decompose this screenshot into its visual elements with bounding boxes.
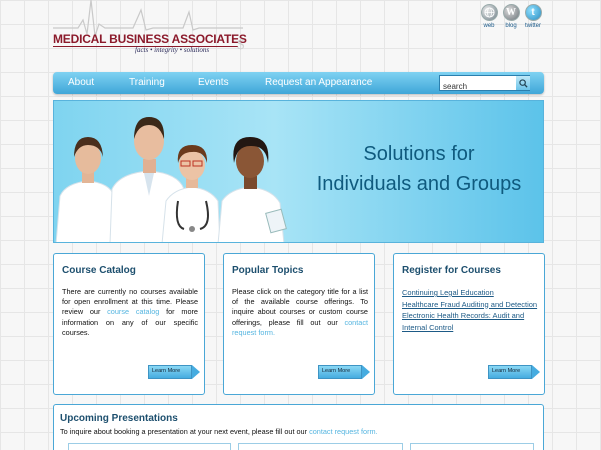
dollar-sign-icon: $ — [237, 37, 245, 53]
card-text: Please click on the category title for a… — [232, 287, 368, 338]
course-link[interactable]: Healthcare Fraud Auditing and Detection — [402, 299, 544, 311]
main-nav: About Training Events Request an Appeara… — [53, 72, 544, 94]
search-box — [439, 75, 530, 94]
social-blog-label: blog — [505, 23, 517, 29]
social-twitter[interactable]: t twitter — [518, 4, 548, 29]
card-title: Course Catalog — [62, 265, 136, 276]
site-logo[interactable]: MEDICAL BUSINESS ASSOCIATES facts • inte… — [53, 0, 253, 60]
search-button[interactable] — [516, 76, 530, 90]
banner-heading-line2: Individuals and Groups — [316, 173, 522, 195]
learn-more-button[interactable]: Learn More — [148, 365, 200, 379]
globe-icon — [480, 4, 498, 21]
learn-more-label: Learn More — [152, 368, 181, 374]
search-input[interactable] — [440, 79, 516, 94]
upcoming-presentations: Upcoming Presentations To inquire about … — [53, 404, 544, 450]
nav-item-about[interactable]: About — [68, 77, 94, 88]
social-twitter-label: twitter — [524, 23, 541, 29]
contact-request-link[interactable]: contact request form. — [309, 427, 378, 436]
banner-heading-line1: Solutions for — [363, 143, 475, 165]
section-text-part: To inquire about booking a presentation … — [60, 427, 310, 436]
card-title: Popular Topics — [232, 265, 304, 276]
course-link-list: Continuing Legal Education Healthcare Fr… — [402, 287, 544, 333]
course-catalog-link[interactable]: course catalog — [107, 307, 159, 316]
nav-item-request-appearance[interactable]: Request an Appearance — [265, 77, 372, 88]
learn-more-button[interactable]: Learn More — [488, 365, 540, 379]
arrow-right-icon — [532, 365, 540, 379]
card-popular-topics: Popular Topics Please click on the categ… — [223, 253, 375, 395]
learn-more-label: Learn More — [322, 368, 351, 374]
learn-more-button[interactable]: Learn More — [318, 365, 370, 379]
course-link[interactable]: Continuing Legal Education — [402, 287, 544, 299]
card-text: There are currently no courses available… — [62, 287, 198, 338]
section-title: Upcoming Presentations — [60, 413, 178, 424]
logo-tagline: facts • integrity • solutions — [135, 46, 210, 54]
card-title: Register for Courses — [402, 265, 501, 276]
card-course-catalog: Course Catalog There are currently no co… — [53, 253, 205, 395]
search-icon — [518, 78, 528, 88]
arrow-right-icon — [362, 365, 370, 379]
section-text: To inquire about booking a presentation … — [60, 427, 378, 436]
arrow-right-icon — [192, 365, 200, 379]
course-link[interactable]: Electronic Health Records: Audit and Int… — [402, 310, 544, 333]
twitter-icon: t — [524, 4, 542, 21]
learn-more-label: Learn More — [492, 368, 521, 374]
nav-item-events[interactable]: Events — [198, 77, 229, 88]
hero-banner: Solutions for Individuals and Groups — [53, 100, 544, 243]
social-web-label: web — [483, 23, 495, 29]
medical-staff-photo — [55, 117, 287, 242]
wordpress-icon: W — [502, 4, 520, 21]
banner-heading: Solutions for Individuals and Groups — [299, 139, 539, 199]
card-register-courses: Register for Courses Continuing Legal Ed… — [393, 253, 545, 395]
presentation-slot — [410, 443, 534, 450]
nav-item-training[interactable]: Training — [129, 77, 165, 88]
presentation-slot — [238, 443, 403, 450]
presentation-slot — [68, 443, 231, 450]
logo-title: MEDICAL BUSINESS ASSOCIATES — [53, 32, 247, 46]
